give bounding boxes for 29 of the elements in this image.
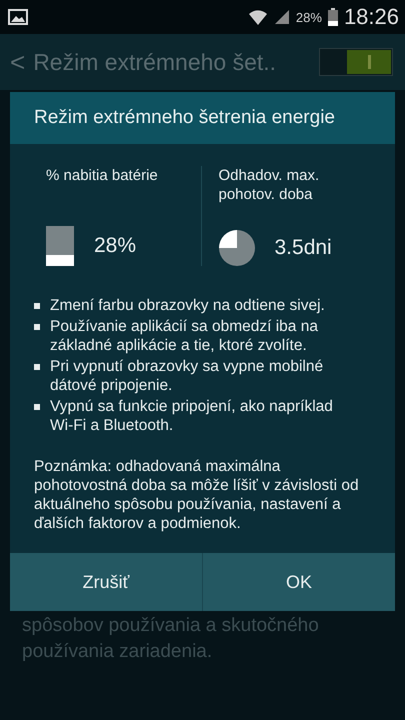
bullet-icon [34, 404, 40, 410]
dialog-button[interactable]: OK [202, 553, 395, 611]
bullet-text: Pri vypnutí obrazovky sa vypne mobilné dátové pripojenie. [50, 357, 324, 395]
bullet-text: Vypnú sa funkcie pripojení, ako napríklad Wi-Fi a Bluetooth. [50, 397, 334, 435]
bullet-text: Zmení farbu obrazovky na odtiene sivej. [50, 296, 325, 315]
note-text: Poznámka: odhadovaná maximálna pohotovostná doba sa môže líšiť v závislosti od aktuálneho spôsobu používania, nastavení a ďalších faktorov a podmienok. [34, 457, 360, 533]
stat-label: % nabitia batérie [46, 166, 159, 185]
grip-icon [368, 55, 370, 69]
bullet-icon [34, 364, 40, 370]
wifi-icon [248, 8, 268, 26]
battery-icon [328, 8, 338, 26]
gallery-icon [8, 9, 28, 25]
clock: 18:26 [344, 4, 399, 30]
background-text: spôsobov používania a skutočného [22, 614, 320, 638]
battery-gauge [46, 226, 74, 266]
background-text: používania zariadenia. [22, 640, 214, 664]
bullet-icon [34, 303, 40, 309]
dialog-title: Režim extrémneho šetrenia energie [10, 92, 395, 144]
bullet-icon [34, 324, 40, 330]
stat-value: 3.5dni [274, 236, 332, 260]
battery-percent: 28% [296, 10, 322, 24]
pie-icon [218, 230, 254, 266]
signal-icon [274, 9, 290, 25]
stat-value: 28% [94, 234, 136, 258]
stat-label: Odhadov. max. pohotov. doba [218, 166, 320, 204]
screen-title: Režim extrémneho šet.. [33, 48, 278, 76]
toggle-switch[interactable] [319, 48, 393, 76]
dialog-button[interactable]: Zrušiť [10, 553, 202, 611]
bullet-text: Používanie aplikácií sa obmedzí iba na základné aplikácie a tie, ktoré zvolíte. [50, 317, 319, 355]
